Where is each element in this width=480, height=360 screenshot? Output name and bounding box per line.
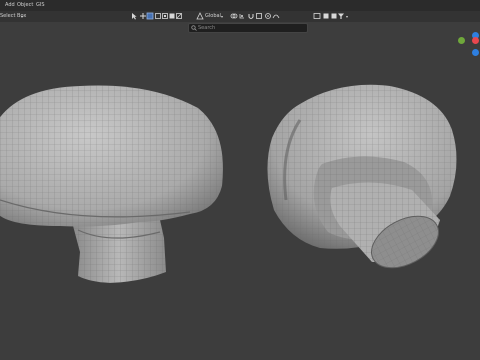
header-toolbar: Select Box ▾ Global ▾ Search ▾ <box>0 11 480 33</box>
proportional-editing-icon[interactable] <box>264 12 272 20</box>
snap-icon[interactable] <box>238 12 246 20</box>
cursor-icon[interactable] <box>130 12 138 20</box>
snap-target-icon[interactable] <box>255 12 263 20</box>
intersect-selection-icon[interactable] <box>175 12 183 20</box>
axis-x-gizmo[interactable] <box>472 37 479 44</box>
chevron-down-icon: ▾ <box>221 14 224 19</box>
falloff-icon[interactable] <box>272 12 280 20</box>
view-list-icon[interactable] <box>313 12 321 20</box>
3d-viewport[interactable] <box>0 22 480 360</box>
filter-item-icon[interactable] <box>322 12 330 20</box>
select-box-icon[interactable] <box>146 12 154 20</box>
mushroom-mesh-left[interactable] <box>0 85 223 283</box>
magnet-icon[interactable] <box>247 12 255 20</box>
axis-z-gizmo[interactable] <box>472 49 479 56</box>
menu-gis[interactable]: GIS <box>36 1 45 9</box>
chevron-down-icon: ▾ <box>346 14 349 19</box>
transform-orientation-dropdown[interactable]: Global <box>205 12 221 21</box>
filter-icon[interactable] <box>337 12 345 20</box>
menu-object[interactable]: Object <box>17 1 33 9</box>
chevron-down-icon: ▾ <box>21 14 24 19</box>
viewport-canvas <box>0 84 457 283</box>
link-icon[interactable] <box>230 12 238 20</box>
axis-y-gizmo[interactable] <box>458 37 465 44</box>
mushroom-mesh-right[interactable] <box>267 84 457 279</box>
transform-orientation-icon[interactable] <box>196 12 204 20</box>
menu-add[interactable]: Add <box>5 1 15 9</box>
